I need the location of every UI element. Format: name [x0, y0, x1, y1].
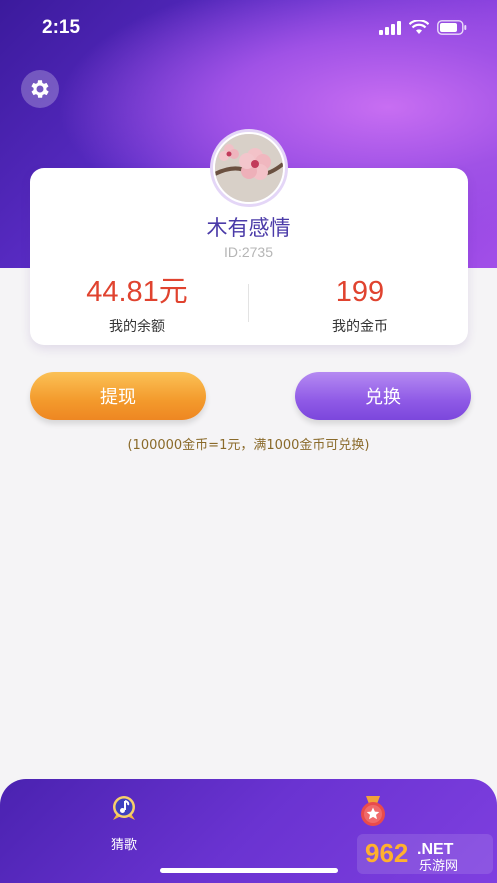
user-id: ID:2735 — [223, 244, 274, 260]
svg-text:962: 962 — [365, 838, 408, 868]
coins-stat[interactable]: 199 我的金币 — [250, 272, 470, 336]
balance-label: 我的余额 — [109, 319, 165, 335]
username: 木有感情 — [206, 216, 291, 240]
svg-text:.NET: .NET — [417, 841, 454, 858]
stat-divider — [248, 284, 249, 322]
medal-icon — [361, 796, 385, 826]
coins-value: 199 — [335, 276, 385, 308]
balance-value: 44.81元 — [86, 276, 188, 308]
watermark-logo: 962 .NET 乐游网 — [355, 830, 495, 878]
svg-text:乐游网: 乐游网 — [419, 859, 458, 874]
home-indicator — [160, 868, 338, 873]
exchange-rate-note: (100000金币=1元，满1000金币可兑换) — [127, 438, 370, 453]
music-note-icon — [113, 796, 135, 820]
withdraw-button[interactable]: 提现 — [30, 372, 206, 420]
balance-stat[interactable]: 44.81元 我的余额 — [27, 272, 247, 336]
avatar[interactable] — [210, 129, 288, 207]
exchange-button[interactable]: 兑换 — [295, 372, 471, 420]
status-bar: 2:15 — [0, 0, 497, 60]
avatar-image — [213, 132, 285, 204]
wifi-icon — [409, 20, 429, 34]
status-icons — [379, 20, 467, 35]
battery-icon — [437, 20, 467, 35]
gear-icon — [31, 80, 49, 98]
status-time: 2:15 — [42, 17, 81, 38]
signal-icon — [379, 20, 401, 35]
tab-guess-song-label: 猜歌 — [110, 838, 137, 853]
coins-label: 我的金币 — [332, 319, 388, 335]
tab-guess-song[interactable]: 猜歌 — [94, 794, 154, 853]
settings-button[interactable] — [21, 70, 59, 108]
